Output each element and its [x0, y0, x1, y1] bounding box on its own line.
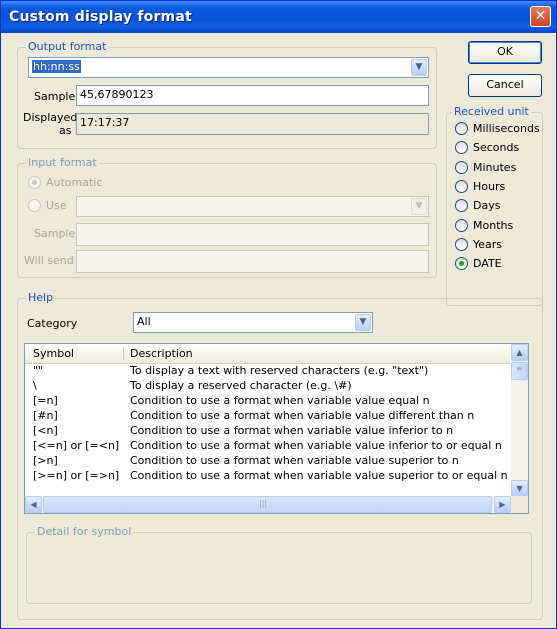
title-bar[interactable]: Custom display format ✕ — [1, 1, 556, 33]
symbol-list[interactable]: Symbol Description "" To display a text w… — [24, 343, 529, 514]
input-sample-input[interactable] — [76, 223, 429, 246]
scroll-corner — [511, 496, 528, 513]
radio-button-icon — [455, 161, 468, 174]
output-format-value: hh:nn:ss — [32, 60, 81, 73]
list-row[interactable]: "" To display a text with reserved charac… — [25, 364, 510, 379]
help-legend: Help — [26, 291, 56, 304]
detail-group: Detail for symbol — [26, 525, 532, 604]
row-symbol: [>n] — [33, 454, 58, 467]
vertical-scrollbar[interactable]: ▲ ≡ ▼ — [511, 344, 528, 497]
scroll-right-button[interactable]: ▶ — [494, 496, 511, 513]
scroll-down-button[interactable]: ▼ — [511, 480, 528, 497]
detail-legend: Detail for symbol — [35, 525, 134, 538]
grip-icon: ≡ — [516, 364, 523, 373]
input-format-group: Input format Automatic Use ▼ Sample Will… — [17, 156, 437, 278]
list-row[interactable]: [<=n] or [=<n] Condition to use a format … — [25, 439, 510, 454]
list-header: Symbol Description — [25, 344, 510, 364]
scroll-up-button[interactable]: ▲ — [511, 344, 528, 361]
chevron-down-icon: ▼ — [415, 62, 423, 72]
row-description: Condition to use a format when variable … — [130, 454, 459, 467]
close-button[interactable]: ✕ — [530, 6, 551, 27]
displayed-as-label: as — [59, 124, 72, 137]
list-row[interactable]: [#n] Condition to use a format when varia… — [25, 409, 510, 424]
cancel-button[interactable]: Cancel — [468, 74, 542, 97]
window-title: Custom display format — [9, 9, 192, 25]
received-unit-group: Received unit Milliseconds Seconds Minut… — [446, 105, 543, 306]
list-row[interactable]: [<n] Condition to use a format when varia… — [25, 424, 510, 439]
category-label: Category — [27, 317, 78, 330]
row-symbol: [#n] — [33, 409, 58, 422]
radio-button-checked-icon — [455, 257, 468, 270]
use-format-dropdown-button[interactable]: ▼ — [411, 198, 427, 215]
radio-button-icon — [455, 238, 468, 251]
chevron-down-icon: ▼ — [415, 201, 423, 211]
output-format-dropdown-button[interactable]: ▼ — [411, 59, 427, 76]
row-description: Condition to use a format when variable … — [130, 469, 508, 482]
output-format-group: Output format hh:nn:ss ▼ Sample 45,67890… — [17, 40, 437, 149]
chevron-right-icon: ▶ — [499, 500, 506, 509]
row-description: Condition to use a format when variable … — [130, 409, 475, 422]
will-send-label: Will send — [24, 254, 74, 267]
dialog-client-area: Output format hh:nn:ss ▼ Sample 45,67890… — [4, 33, 553, 626]
row-description: Condition to use a format when variable … — [130, 424, 454, 437]
category-value: All — [137, 315, 151, 328]
row-description: Condition to use a format when variable … — [130, 439, 502, 452]
row-description: To display a text with reserved characte… — [130, 364, 429, 377]
will-send-input — [76, 250, 429, 273]
grip-icon: ||| — [259, 499, 268, 508]
row-symbol: [=n] — [33, 394, 58, 407]
radio-button-checked-icon — [28, 176, 41, 189]
list-row[interactable]: [=n] Condition to use a format when varia… — [25, 394, 510, 409]
row-symbol: [>=n] or [=>n] — [33, 469, 120, 482]
chevron-up-icon: ▲ — [516, 348, 523, 357]
horizontal-scroll-thumb[interactable]: ||| — [43, 496, 492, 513]
list-row[interactable]: [>=n] or [=>n] Condition to use a format … — [25, 469, 510, 484]
chevron-down-icon: ▼ — [359, 317, 367, 327]
sample-input[interactable]: 45,67890123 — [76, 85, 429, 106]
chevron-down-icon: ▼ — [516, 484, 523, 493]
list-row[interactable]: [>n] Condition to use a format when varia… — [25, 454, 510, 469]
radio-button-icon — [28, 199, 41, 212]
output-format-legend: Output format — [26, 40, 109, 53]
horizontal-scrollbar[interactable]: ◀ ||| ▶ — [25, 496, 528, 513]
row-symbol: [<n] — [33, 424, 58, 437]
scroll-left-button[interactable]: ◀ — [25, 496, 42, 513]
vertical-scroll-thumb[interactable]: ≡ — [511, 362, 528, 380]
displayed-value: 17:17:37 — [76, 113, 429, 135]
ok-button[interactable]: OK — [468, 41, 542, 64]
category-combo[interactable]: All ▼ — [133, 312, 373, 333]
radio-button-icon — [455, 122, 468, 135]
displayed-label: Displayed — [23, 111, 78, 124]
row-description: To display a reserved character (e.g. \#… — [130, 379, 352, 392]
row-symbol: "" — [33, 364, 44, 377]
close-icon: ✕ — [534, 8, 547, 24]
received-unit-legend: Received unit — [452, 105, 531, 118]
output-format-combo[interactable]: hh:nn:ss ▼ — [28, 57, 429, 78]
radio-button-icon — [455, 141, 468, 154]
row-symbol: [<=n] or [=<n] — [33, 439, 120, 452]
column-separator[interactable] — [123, 347, 124, 360]
radio-button-icon — [455, 219, 468, 232]
column-header-description[interactable]: Description — [130, 347, 193, 360]
chevron-left-icon: ◀ — [30, 500, 37, 509]
list-row[interactable]: \ To display a reserved character (e.g. \… — [25, 379, 510, 394]
row-description: Condition to use a format when variable … — [130, 394, 430, 407]
category-dropdown-button[interactable]: ▼ — [355, 314, 371, 331]
radio-button-icon — [455, 180, 468, 193]
column-header-symbol[interactable]: Symbol — [33, 347, 74, 360]
row-symbol: \ — [33, 379, 37, 392]
use-format-combo[interactable]: ▼ — [76, 196, 429, 217]
dialog-window: Custom display format ✕ Output format hh… — [0, 0, 557, 629]
radio-button-icon — [455, 199, 468, 212]
input-format-legend: Input format — [26, 156, 99, 169]
sample-label: Sample — [34, 90, 76, 103]
input-sample-label: Sample — [34, 227, 76, 240]
